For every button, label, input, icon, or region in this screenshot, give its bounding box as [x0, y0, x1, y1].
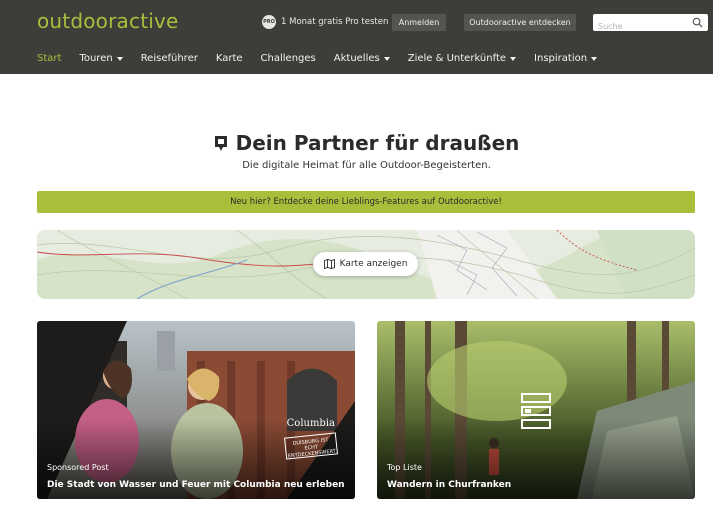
search-input[interactable]: [593, 18, 688, 35]
features-banner[interactable]: Neu hier? Entdecke deine Lieblings-Featu…: [37, 191, 695, 213]
nav-item-inspiration[interactable]: Inspiration: [534, 53, 598, 64]
nav-item-label: Karte: [215, 53, 243, 64]
nav-item-label: Challenges: [260, 53, 316, 64]
page-subtitle: Die digitale Heimat für alle Outdoor-Beg…: [242, 160, 491, 171]
nav-item-ziele[interactable]: Ziele & Unterkünfte: [407, 53, 517, 64]
card-image: [37, 321, 355, 499]
map-icon: [323, 259, 335, 269]
chevron-down-icon: [591, 57, 598, 61]
card-tag: Top Liste: [387, 463, 422, 472]
pro-trial-label: 1 Monat gratis Pro testen: [281, 17, 389, 27]
search-icon[interactable]: [692, 17, 703, 28]
columbia-logo: Columbia: [286, 418, 335, 429]
card-title: Wandern in Churfranken: [387, 480, 512, 490]
nav-item-reisefuehrer[interactable]: Reiseführer: [141, 53, 198, 64]
discover-button[interactable]: Outdooractive entdecken: [464, 14, 576, 31]
page-title: Dein Partner für draußen: [0, 131, 713, 155]
location-pin-icon: [214, 135, 227, 151]
top-list-icon: [521, 393, 551, 429]
chevron-down-icon: [510, 57, 517, 61]
content-card-columbia[interactable]: Columbia DUISBURG IST ECHT ENTDECKENSWER…: [37, 321, 355, 499]
content-card-churfranken[interactable]: Top Liste Wandern in Churfranken: [377, 321, 695, 499]
nav-item-label: Ziele & Unterkünfte: [407, 53, 507, 64]
nav-item-touren[interactable]: Touren: [79, 53, 123, 64]
nav-item-label: Aktuelles: [333, 53, 380, 64]
login-button[interactable]: Anmelden: [392, 14, 446, 31]
pro-badge-icon: PRO: [262, 15, 276, 29]
search-box: [593, 14, 708, 35]
card-title: Die Stadt von Wasser und Feuer mit Colum…: [47, 480, 345, 490]
nav-item-start[interactable]: Start: [37, 53, 61, 64]
nav-item-karte[interactable]: Karte: [216, 53, 243, 64]
pro-trial-link[interactable]: PRO 1 Monat gratis Pro testen: [262, 15, 388, 29]
nav-item-label: Reiseführer: [140, 53, 198, 64]
page-title-text: Dein Partner für draußen: [235, 131, 520, 155]
show-map-button[interactable]: Karte anzeigen: [313, 252, 418, 276]
show-map-label: Karte anzeigen: [339, 259, 408, 269]
logo[interactable]: outdooractive: [37, 9, 179, 33]
chevron-down-icon: [116, 57, 123, 61]
nav-item-challenges[interactable]: Challenges: [261, 53, 316, 64]
nav-item-label: Touren: [79, 53, 113, 64]
chevron-down-icon: [383, 57, 390, 61]
card-tag: Sponsored Post: [47, 463, 109, 472]
nav-item-label: Start: [37, 53, 62, 64]
top-header: outdooractive PRO 1 Monat gratis Pro tes…: [0, 0, 713, 74]
main-nav: Start Touren Reiseführer Karte Challenge…: [37, 53, 615, 64]
nav-item-label: Inspiration: [534, 53, 588, 64]
nav-item-aktuelles[interactable]: Aktuelles: [334, 53, 390, 64]
